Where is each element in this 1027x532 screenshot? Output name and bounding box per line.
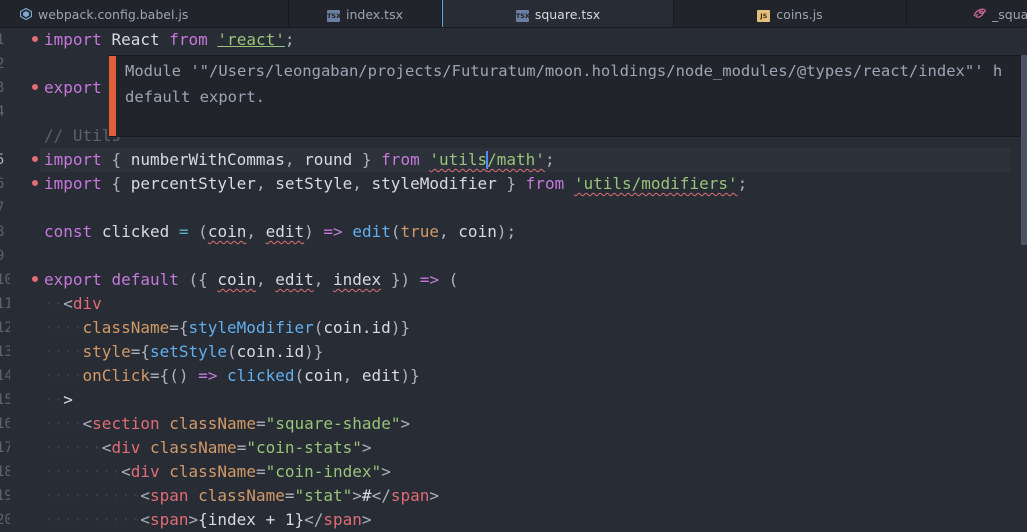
sass-file-icon: [973, 8, 986, 19]
line-number: 13: [0, 344, 10, 360]
code-line-10: export default ({ coin, edit, index }) =…: [28, 268, 458, 292]
tab-bar: webpack.config.babel.js TSX index.tsx TSX…: [0, 0, 1027, 28]
breakpoint-dot: [32, 83, 38, 90]
tab-webpack-config[interactable]: webpack.config.babel.js: [0, 0, 289, 27]
vertical-scrollbar[interactable]: [1021, 55, 1027, 245]
editor-pane[interactable]: 1 2 3 4 5 6 7 8 9 10 11 12 13 14 15 16 1…: [0, 28, 1027, 532]
line-number: 8: [0, 224, 5, 240]
line-number: 20: [0, 512, 10, 528]
line-number: 2: [0, 56, 5, 72]
line-number: 10: [0, 272, 10, 288]
code-line-18: ········<div className="coin-index">: [44, 462, 391, 481]
text-cursor: [486, 150, 489, 169]
code-line-1: import React from 'react';: [28, 28, 295, 52]
line-number: 12: [0, 320, 10, 336]
line-number: 7: [0, 200, 5, 216]
code-line-8: const clicked = (coin, edit) => edit(tru…: [44, 222, 517, 241]
line-number: 1: [0, 32, 5, 48]
tsx-file-icon: TSX: [515, 10, 530, 22]
tab-index-tsx[interactable]: TSX index.tsx: [289, 0, 442, 27]
line-number: 16: [0, 416, 10, 432]
code-line-11: ··<div: [44, 294, 102, 313]
line-number: 9: [0, 248, 5, 264]
code-line-19: ··········<span className="stat">#</span…: [44, 486, 439, 505]
breakpoint-dot: [32, 179, 38, 186]
code-editor-window: webpack.config.babel.js TSX index.tsx TSX…: [0, 0, 1027, 532]
error-indicator-bar: [109, 56, 116, 136]
breakpoint-dot: [32, 155, 38, 162]
code-line-17: ······<div className="coin-stats">: [44, 438, 372, 457]
error-tooltip: Module '"/Users/leongaban/projects/Futur…: [109, 55, 1027, 137]
tab-square-tsx[interactable]: TSX square.tsx: [442, 0, 674, 27]
code-line-13: ····style={setStyle(coin.id)}: [44, 342, 324, 361]
code-line-20: ··········<span>{index + 1}</span>: [44, 510, 372, 529]
tsx-file-icon: TSX: [327, 10, 342, 22]
code-line-14: ····onClick={() => clicked(coin, edit)}: [44, 366, 420, 385]
code-line-3: export: [28, 76, 102, 100]
tab-label: square.tsx: [534, 7, 601, 22]
code-line-15: ··>: [44, 390, 73, 409]
code-line-16: ····<section className="square-shade">: [44, 414, 411, 433]
tab-squar-scss[interactable]: _squar: [907, 0, 1027, 27]
code-line-5: import { numberWithCommas, round } from …: [28, 148, 555, 172]
webpack-icon: [20, 7, 32, 20]
code-line-6: import { percentStyler, setStyle, styleM…: [28, 172, 747, 196]
tab-label: index.tsx: [346, 7, 403, 22]
line-number: 14: [0, 368, 10, 384]
line-number: 11: [0, 296, 10, 312]
line-number: 18: [0, 464, 10, 480]
breakpoint-dot: [32, 275, 38, 282]
code-line-4: // Utils: [44, 126, 122, 145]
line-number: 15: [0, 392, 10, 408]
tab-label: coins.js: [776, 7, 823, 22]
line-number-current: 5: [0, 152, 5, 168]
line-number: 19: [0, 488, 10, 504]
breakpoint-dot: [32, 35, 38, 42]
tab-label: _squar: [992, 7, 1027, 22]
tab-coins-js[interactable]: JS coins.js: [674, 0, 907, 27]
line-number: 6: [0, 176, 5, 192]
js-file-icon: JS: [757, 0, 771, 27]
line-number: 4: [0, 104, 5, 120]
line-number: 3: [0, 80, 5, 96]
tab-label: webpack.config.babel.js: [38, 7, 189, 22]
error-message: Module '"/Users/leongaban/projects/Futur…: [125, 62, 1003, 106]
line-number: 17: [0, 440, 10, 456]
code-line-12: ····className={styleModifier(coin.id)}: [44, 318, 411, 337]
